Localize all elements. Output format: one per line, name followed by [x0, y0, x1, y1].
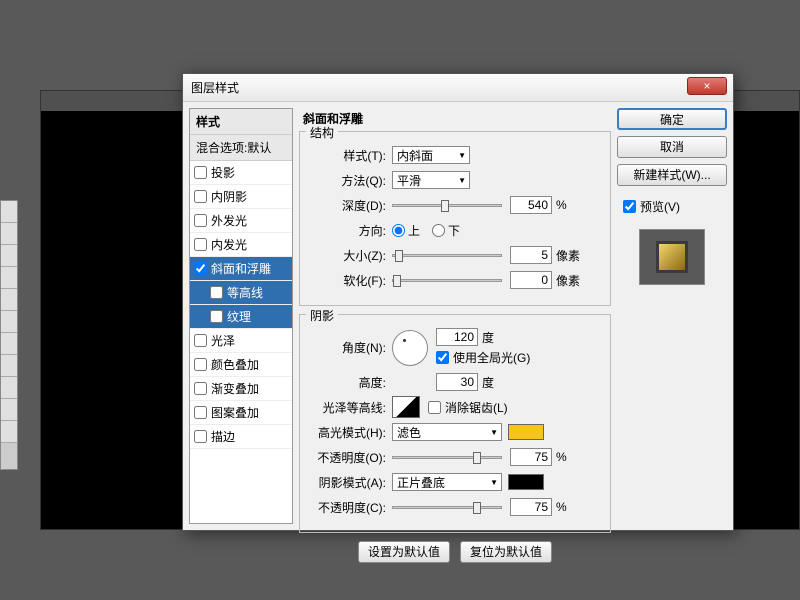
shadow-mode-label: 阴影模式(A):: [310, 474, 386, 491]
shadow-color-swatch[interactable]: [508, 474, 544, 490]
soften-slider[interactable]: [392, 279, 502, 282]
style-item[interactable]: 内阴影: [190, 185, 292, 209]
new-style-button[interactable]: 新建样式(W)...: [617, 164, 727, 186]
depth-input[interactable]: 540: [510, 196, 552, 214]
shadow-opacity-input[interactable]: 75: [510, 498, 552, 516]
style-label: 样式(T):: [310, 147, 386, 164]
styles-list: 样式 混合选项:默认 投影内阴影外发光内发光斜面和浮雕等高线纹理光泽颜色叠加渐变…: [189, 108, 293, 524]
angle-input[interactable]: 120: [436, 328, 478, 346]
gloss-label: 光泽等高线:: [310, 399, 386, 416]
style-dropdown[interactable]: 内斜面: [392, 146, 470, 164]
set-default-button[interactable]: 设置为默认值: [358, 541, 450, 563]
preview-thumbnail: [639, 229, 705, 285]
style-item[interactable]: 纹理: [190, 305, 292, 329]
dialog-title: 图层样式: [191, 79, 239, 96]
style-item[interactable]: 描边: [190, 425, 292, 449]
dialog-actions: 确定 取消 新建样式(W)... 预览(V): [617, 108, 727, 524]
structure-label: 结构: [306, 124, 338, 141]
angle-dial[interactable]: [392, 330, 428, 366]
depth-slider[interactable]: [392, 204, 502, 207]
style-item[interactable]: 等高线: [190, 281, 292, 305]
highlight-opacity-label: 不透明度(O):: [310, 449, 386, 466]
altitude-label: 高度:: [310, 374, 386, 391]
style-item[interactable]: 图案叠加: [190, 401, 292, 425]
ok-button[interactable]: 确定: [617, 108, 727, 130]
highlight-color-swatch[interactable]: [508, 424, 544, 440]
soften-input[interactable]: 0: [510, 271, 552, 289]
style-item[interactable]: 斜面和浮雕: [190, 257, 292, 281]
shading-group: 阴影 角度(N): 120 度 使用全局光(G) 高度: 30: [299, 314, 611, 533]
style-item[interactable]: 光泽: [190, 329, 292, 353]
reset-default-button[interactable]: 复位为默认值: [460, 541, 552, 563]
direction-up-radio[interactable]: 上: [392, 222, 420, 239]
cancel-button[interactable]: 取消: [617, 136, 727, 158]
highlight-mode-dropdown[interactable]: 滤色: [392, 423, 502, 441]
tools-palette[interactable]: [0, 200, 18, 470]
gloss-contour[interactable]: [392, 396, 420, 418]
antialias-checkbox[interactable]: 消除锯齿(L): [428, 399, 508, 416]
shadow-mode-dropdown[interactable]: 正片叠底: [392, 473, 502, 491]
style-item[interactable]: 外发光: [190, 209, 292, 233]
panel-title: 斜面和浮雕: [303, 110, 611, 127]
style-item[interactable]: 投影: [190, 161, 292, 185]
soften-label: 软化(F):: [310, 272, 386, 289]
direction-label: 方向:: [310, 222, 386, 239]
style-item[interactable]: 内发光: [190, 233, 292, 257]
style-item[interactable]: 颜色叠加: [190, 353, 292, 377]
highlight-opacity-input[interactable]: 75: [510, 448, 552, 466]
styles-header: 样式: [190, 109, 292, 135]
close-button[interactable]: ×: [687, 77, 727, 95]
highlight-mode-label: 高光模式(H):: [310, 424, 386, 441]
layer-style-dialog: 图层样式 × 样式 混合选项:默认 投影内阴影外发光内发光斜面和浮雕等高线纹理光…: [182, 73, 734, 531]
preview-checkbox[interactable]: 预览(V): [623, 198, 727, 215]
structure-group: 结构 样式(T): 内斜面 方法(Q): 平滑 深度(D): 540 % 方向:: [299, 131, 611, 306]
size-input[interactable]: 5: [510, 246, 552, 264]
method-label: 方法(Q):: [310, 172, 386, 189]
shadow-opacity-label: 不透明度(C):: [310, 499, 386, 516]
close-icon: ×: [703, 79, 710, 93]
shadow-opacity-slider[interactable]: [392, 506, 502, 509]
blend-defaults[interactable]: 混合选项:默认: [190, 135, 292, 161]
method-dropdown[interactable]: 平滑: [392, 171, 470, 189]
style-item[interactable]: 渐变叠加: [190, 377, 292, 401]
direction-down-radio[interactable]: 下: [432, 222, 460, 239]
highlight-opacity-slider[interactable]: [392, 456, 502, 459]
size-slider[interactable]: [392, 254, 502, 257]
altitude-input[interactable]: 30: [436, 373, 478, 391]
shading-label: 阴影: [306, 307, 338, 324]
size-label: 大小(Z):: [310, 247, 386, 264]
global-light-checkbox[interactable]: 使用全局光(G): [436, 349, 530, 366]
angle-label: 角度(N):: [310, 339, 386, 356]
bevel-emboss-panel: 斜面和浮雕 结构 样式(T): 内斜面 方法(Q): 平滑 深度(D): 540…: [299, 108, 611, 524]
dialog-titlebar[interactable]: 图层样式 ×: [183, 74, 733, 102]
depth-label: 深度(D):: [310, 197, 386, 214]
